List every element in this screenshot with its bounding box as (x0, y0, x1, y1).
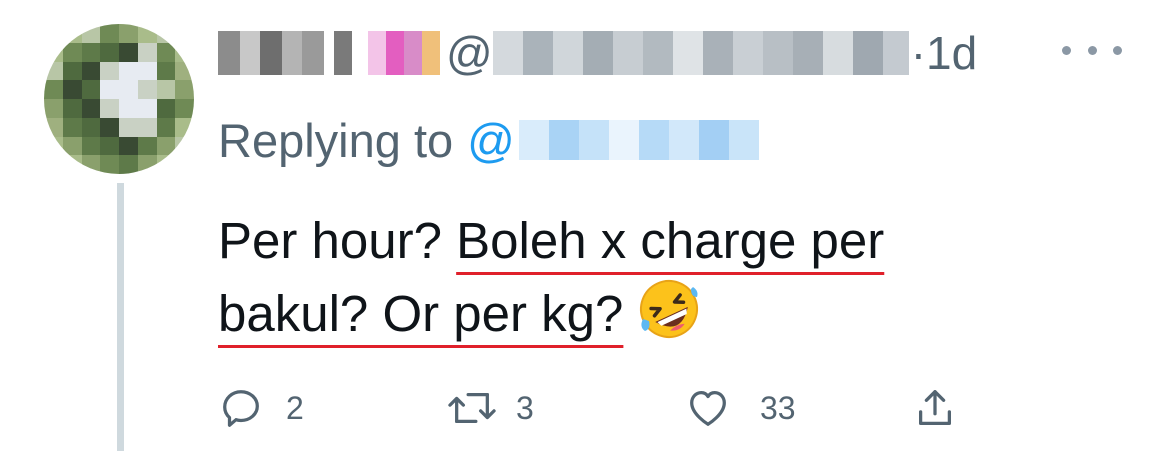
tweet-header: @ ·1d (218, 18, 977, 88)
more-options-icon[interactable] (1062, 30, 1122, 70)
tweet-text-underlined-2: bakul? Or per kg? (218, 285, 624, 342)
share-icon (912, 385, 958, 431)
replying-to-label: Replying to (218, 113, 454, 167)
heart-icon (684, 385, 732, 431)
reply-button[interactable]: 2 (218, 385, 304, 431)
tweet-text: Per hour? Boleh x charge per bakul? Or p… (218, 205, 1118, 360)
handle-prefix[interactable]: @ (446, 26, 493, 80)
rolling-on-floor-laughing-icon (637, 277, 701, 360)
comment-bubble-icon (218, 385, 264, 431)
like-count: 33 (760, 389, 796, 426)
like-button[interactable]: 33 (684, 385, 796, 431)
handle-redacted[interactable] (492, 31, 909, 75)
tweet-text-underlined-1: Boleh x charge per (456, 212, 885, 269)
retweet-button[interactable]: 3 (446, 385, 534, 431)
retweet-icon (446, 385, 498, 431)
timestamp[interactable]: ·1d (911, 26, 977, 80)
replying-to: Replying to @ (218, 110, 759, 170)
avatar[interactable] (44, 24, 194, 174)
reply-count: 2 (286, 389, 304, 426)
author-name-redacted[interactable] (218, 31, 352, 75)
thread-line (117, 183, 124, 451)
retweet-count: 3 (516, 389, 534, 426)
reply-mention-prefix[interactable]: @ (467, 113, 515, 168)
tweet-text-plain: Per hour? (218, 212, 457, 269)
share-button[interactable] (912, 385, 958, 431)
reply-mention-redacted[interactable] (518, 120, 759, 160)
action-bar: 2 3 33 (218, 385, 978, 441)
author-emoji-redacted (368, 31, 440, 75)
